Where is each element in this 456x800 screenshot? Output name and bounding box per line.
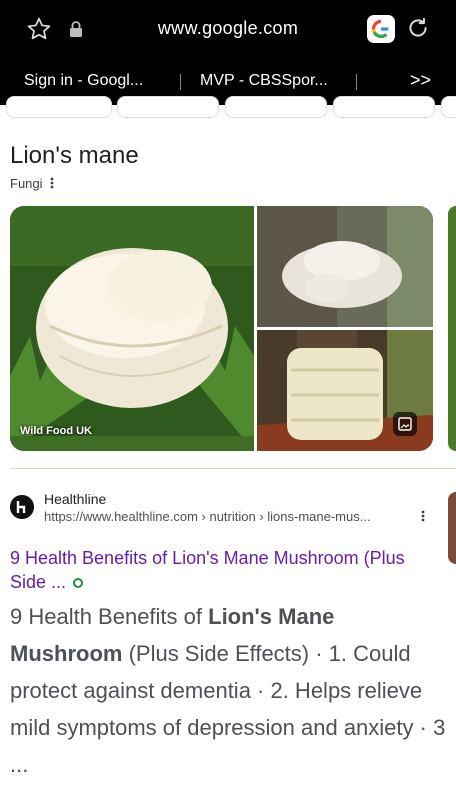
result-title-link[interactable]: 9 Health Benefits of Lion's Mane Mushroo…: [10, 546, 430, 594]
entity-title: Lion's mane: [10, 142, 139, 169]
visited-indicator-icon: [73, 578, 84, 589]
more-tabs-icon[interactable]: >>: [410, 70, 431, 91]
address-row: www.google.com: [0, 0, 456, 58]
result-site-name[interactable]: Healthline: [44, 491, 106, 507]
result-snippet: 9 Health Benefits of Lion's Mane Mushroo…: [10, 598, 450, 783]
tab-cbssports[interactable]: MVP - CBSSpor...: [200, 72, 328, 90]
image-search-icon[interactable]: [393, 412, 417, 436]
browser-toolbar: www.google.com Sign in - Googl... MVP - …: [0, 0, 456, 105]
filter-chip[interactable]: [333, 96, 435, 118]
kebab-icon[interactable]: [421, 510, 425, 522]
filter-chip[interactable]: [441, 96, 456, 118]
kebab-icon[interactable]: [50, 177, 54, 189]
image-gallery[interactable]: Wild Food UK: [10, 206, 433, 451]
google-icon[interactable]: [367, 15, 395, 43]
filter-chips: [0, 96, 456, 118]
result-url[interactable]: https://www.healthline.com › nutrition ›…: [44, 509, 371, 524]
result-thumbnail-peek[interactable]: [448, 492, 456, 564]
snippet-pre: 9 Health Benefits of: [10, 604, 209, 629]
filter-chip[interactable]: [117, 96, 219, 118]
entity-subtitle: Fungi: [10, 176, 43, 191]
image-credit: Wild Food UK: [20, 425, 92, 437]
lions-mane-image-top[interactable]: [257, 206, 433, 327]
result-title-text[interactable]: 9 Health Benefits of Lion's Mane Mushroo…: [10, 548, 405, 592]
lions-mane-image-main[interactable]: [10, 206, 254, 451]
tab-divider: [180, 74, 181, 90]
healthline-favicon: [10, 495, 34, 519]
next-image-peek[interactable]: [448, 206, 456, 451]
reload-icon[interactable]: [405, 15, 431, 41]
tab-divider: [356, 74, 357, 90]
filter-chip[interactable]: [6, 96, 112, 118]
filter-chip[interactable]: [225, 96, 327, 118]
tab-signin[interactable]: Sign in - Googl...: [24, 72, 143, 90]
section-divider: [10, 468, 456, 469]
